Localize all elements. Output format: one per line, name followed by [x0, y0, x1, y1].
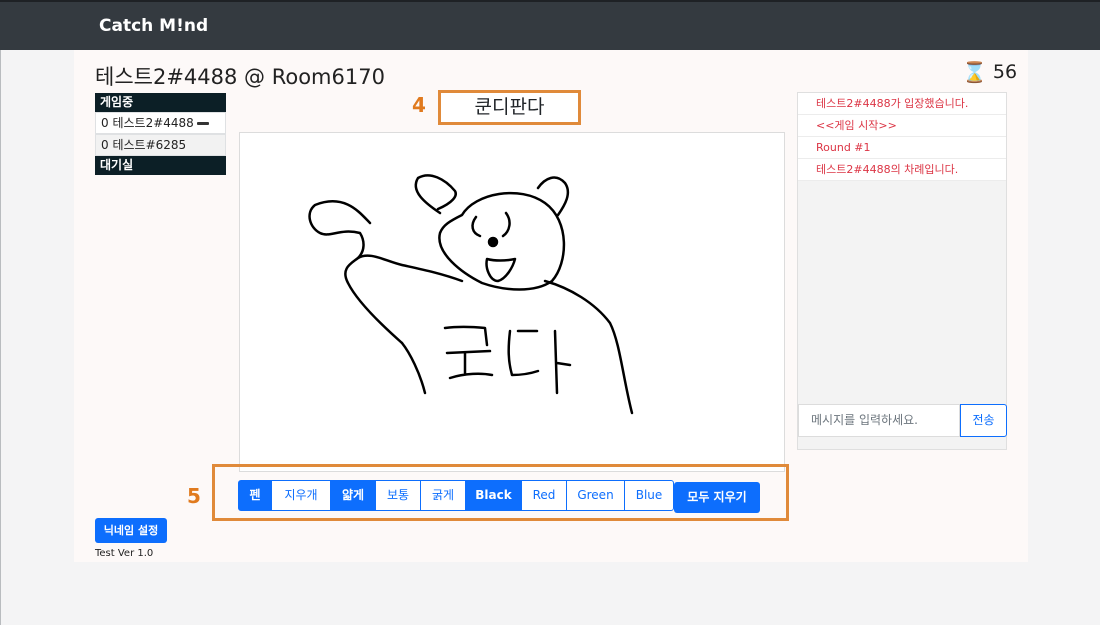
bear-left-ear: [414, 174, 457, 215]
pen-icon: [196, 122, 209, 125]
drawing-strokes: [308, 174, 634, 415]
answer-word: 쿤디판다: [438, 90, 581, 125]
eraser-tool-button[interactable]: 지우개: [271, 480, 331, 511]
annotation-marker-toolbar: 5: [187, 484, 201, 508]
brand-logo[interactable]: Catch M!nd: [99, 16, 208, 36]
timer: ⌛ 56: [962, 60, 1017, 84]
color-green-button[interactable]: Green: [566, 480, 625, 511]
drawing-canvas[interactable]: [239, 132, 785, 472]
color-black-button[interactable]: Black: [465, 480, 522, 511]
waiting-header: 대기실: [95, 156, 226, 175]
text-stroke-1: [443, 325, 494, 380]
bear-arm: [308, 200, 404, 345]
player-row: 0 테스트#6285: [95, 134, 226, 156]
chat-panel: 테스트2#4488가 입장했습니다. <<게임 시작>> Round #1 테스…: [797, 92, 1007, 450]
version-label: Test Ver 1.0: [95, 548, 154, 559]
window-edge: [0, 50, 1, 625]
clear-all-button[interactable]: 모두 지우기: [674, 482, 760, 513]
normal-stroke-button[interactable]: 보통: [375, 480, 421, 511]
bear-head: [438, 191, 566, 291]
nickname-button[interactable]: 닉네임 설정: [95, 518, 167, 543]
player-label: 0 테스트#6285: [101, 138, 187, 152]
chat-message: 테스트2#4488가 입장했습니다.: [798, 93, 1006, 115]
bear-nose: [487, 236, 499, 248]
color-blue-button[interactable]: Blue: [624, 480, 674, 511]
player-label: 0 테스트2#4488: [101, 116, 194, 130]
annotation-marker-word: 4: [412, 93, 426, 117]
player-list: 게임중 0 테스트2#4488 0 테스트#6285 대기실: [95, 93, 226, 175]
color-red-button[interactable]: Red: [521, 480, 567, 511]
bear-mouth: [485, 257, 517, 283]
hourglass-icon: ⌛: [962, 60, 987, 84]
thin-stroke-button[interactable]: 얇게: [330, 480, 376, 511]
chat-message: 테스트2#4488의 차례입니다.: [798, 159, 1006, 181]
bear-left-body: [356, 254, 464, 283]
bear-lower-body: [400, 341, 427, 395]
text-stroke-2: [507, 329, 572, 395]
chat-message: <<게임 시작>>: [798, 115, 1006, 137]
bear-left-eye: [471, 215, 482, 238]
send-button[interactable]: 전송: [960, 404, 1007, 437]
chat-input[interactable]: 메시지를 입력하세요.: [798, 404, 960, 437]
playing-header: 게임중: [95, 93, 226, 112]
player-row: 0 테스트2#4488: [95, 112, 226, 134]
pen-tool-button[interactable]: 펜: [238, 480, 272, 511]
chat-message: Round #1: [798, 137, 1006, 159]
thick-stroke-button[interactable]: 굵게: [420, 480, 466, 511]
timer-value: 56: [992, 61, 1018, 83]
navbar: Catch M!nd: [0, 0, 1100, 50]
page-title: 테스트2#4488 @ Room6170: [95, 65, 385, 89]
tool-group: 펜 지우개 얇게 보통 굵게 Black Red Green Blue: [238, 480, 674, 511]
bear-right-eye: [501, 211, 511, 238]
